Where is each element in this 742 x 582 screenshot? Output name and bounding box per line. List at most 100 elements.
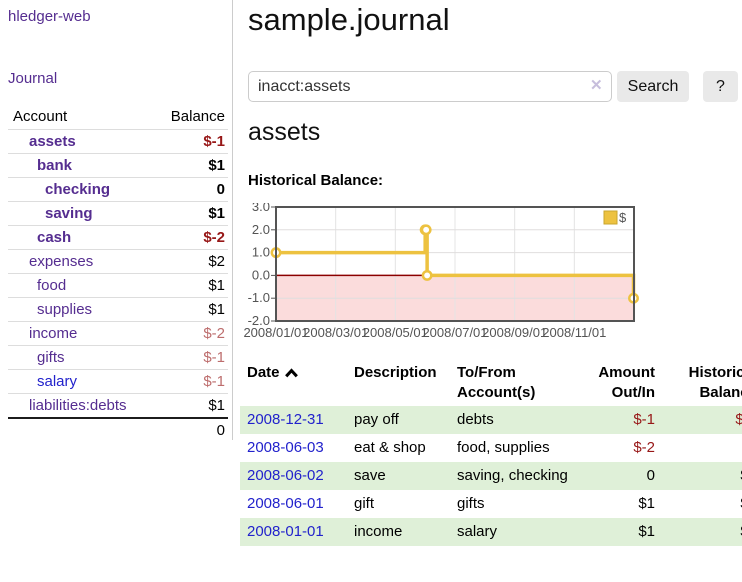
- transaction-description: pay off: [354, 406, 457, 434]
- y-tick-label: 0.0: [252, 267, 270, 282]
- account-row: expenses$2: [8, 250, 228, 274]
- transaction-accounts: saving, checking: [457, 462, 579, 490]
- sidebar-item-journal[interactable]: Journal: [8, 70, 57, 87]
- chart-title: Historical Balance:: [248, 172, 383, 189]
- account-row: assets $-1: [8, 130, 228, 154]
- balance-column-header: Balance: [152, 106, 228, 130]
- account-tree-rows: assets$-1bank$1checking0saving$1cash$-2e…: [8, 130, 228, 443]
- account-link[interactable]: supplies: [37, 301, 92, 318]
- x-tick-label: 2008/01/01: [243, 325, 308, 340]
- account-link[interactable]: assets: [29, 133, 76, 150]
- transaction-description: gift: [354, 490, 457, 518]
- transaction-accounts: gifts: [457, 490, 579, 518]
- transaction-description: save: [354, 462, 457, 490]
- account-row: gifts $-1: [8, 346, 228, 370]
- x-tick-label: 2008/03/01: [303, 325, 368, 340]
- register-row: 2008-12-31pay offdebts$-1$-1: [240, 406, 742, 434]
- account-balance: $1: [152, 202, 228, 226]
- clear-search-icon[interactable]: ✕: [590, 78, 603, 93]
- account-row: supplies$1: [8, 298, 228, 322]
- account-heading: assets: [248, 118, 320, 147]
- transaction-balance: $2: [655, 490, 742, 518]
- account-row: income $-2: [8, 322, 228, 346]
- account-link[interactable]: gifts: [37, 349, 65, 366]
- sort-ascending-icon: [285, 364, 298, 384]
- account-link[interactable]: checking: [45, 181, 110, 198]
- sidebar: hledger-web Journal Account Balance asse…: [0, 0, 232, 582]
- x-tick-label: 2008/09/01: [482, 325, 547, 340]
- x-tick-label: 2008/11/01: [542, 325, 606, 340]
- page-title: sample.journal: [248, 2, 450, 38]
- transaction-balance: $1: [655, 518, 742, 546]
- legend-label: $: [619, 210, 627, 225]
- help-button[interactable]: ?: [703, 71, 738, 102]
- account-balance: 0: [152, 178, 228, 202]
- transaction-amount: $-2: [579, 434, 655, 462]
- account-row: liabilities:debts $1: [8, 394, 228, 419]
- account-column-header: Account: [8, 106, 152, 130]
- date-column-header[interactable]: Date: [240, 360, 354, 406]
- account-link[interactable]: liabilities:debts: [29, 397, 127, 414]
- account-row: bank $1: [8, 154, 228, 178]
- y-tick-label: 1.0: [252, 245, 270, 260]
- register-row: 2008-06-01 giftgifts$1$2: [240, 490, 742, 518]
- account-balance: $1: [152, 154, 228, 178]
- search-input[interactable]: [248, 71, 612, 102]
- transaction-description: income: [354, 518, 457, 546]
- x-tick-label: 2008/07/01: [422, 325, 487, 340]
- hledger-web-page: hledger-web Journal Account Balance asse…: [0, 0, 742, 582]
- transaction-balance: 0: [655, 434, 742, 462]
- total-row: 0: [8, 418, 228, 442]
- transaction-date-link[interactable]: 2008-06-01: [247, 495, 324, 512]
- transaction-balance: $2: [655, 462, 742, 490]
- transaction-amount: $1: [579, 490, 655, 518]
- account-balance: $1: [152, 394, 228, 419]
- account-tree-table: Account Balance assets $-1 bank $1 checking 0…: [8, 106, 228, 442]
- description-column-header: Description: [354, 360, 457, 406]
- transaction-description: eat & shop: [354, 434, 457, 462]
- account-balance: $-1: [152, 130, 228, 154]
- transaction-accounts: salary: [457, 518, 579, 546]
- app-title-link[interactable]: hledger-web: [8, 8, 91, 25]
- historical-balance-chart: 3.02.01.00.0-1.0-2.0$2008/01/012008/03/0…: [240, 203, 742, 353]
- transaction-date-link[interactable]: 2008-06-03: [247, 439, 324, 456]
- account-balance: $1: [152, 274, 228, 298]
- account-balance: $-1: [152, 346, 228, 370]
- account-link[interactable]: expenses: [29, 253, 93, 270]
- balance-column-header-register: Historical Balance: [655, 360, 742, 406]
- search-button[interactable]: Search: [617, 71, 689, 102]
- legend-swatch: [604, 211, 617, 224]
- account-balance: $-2: [152, 322, 228, 346]
- y-tick-label: 3.0: [252, 203, 270, 214]
- account-balance: $-2: [152, 226, 228, 250]
- account-balance: $-1: [152, 370, 228, 394]
- account-row: saving $1: [8, 202, 228, 226]
- account-row: salary $-1: [8, 370, 228, 394]
- account-row: food $1: [8, 274, 228, 298]
- x-tick-label: 2008/05/01: [363, 325, 428, 340]
- register-table: Date Description To/From Account(s) Amou…: [240, 360, 742, 546]
- transaction-date-link[interactable]: 2008-01-01: [247, 523, 324, 540]
- transaction-date-link[interactable]: 2008-06-02: [247, 467, 324, 484]
- account-link[interactable]: food: [37, 277, 66, 294]
- register-row: 2008-06-02 savesaving, checking0$2: [240, 462, 742, 490]
- account-row: checking 0: [8, 178, 228, 202]
- account-link[interactable]: cash: [37, 229, 71, 246]
- transaction-date-link[interactable]: 2008-12-31: [247, 411, 324, 428]
- transaction-accounts: debts: [457, 406, 579, 434]
- accounts-column-header: To/From Account(s): [457, 360, 579, 406]
- transaction-amount: 0: [579, 462, 655, 490]
- account-tree-header: Account Balance: [8, 106, 228, 130]
- account-link[interactable]: saving: [45, 205, 93, 222]
- transaction-amount: $1: [579, 518, 655, 546]
- account-link[interactable]: income: [29, 325, 77, 342]
- register-row: 2008-06-03eat & shopfood, supplies$-20: [240, 434, 742, 462]
- register-header-row: Date Description To/From Account(s) Amou…: [240, 360, 742, 406]
- sidebar-divider: [232, 0, 233, 440]
- transaction-amount: $-1: [579, 406, 655, 434]
- amount-column-header: Amount Out/In: [579, 360, 655, 406]
- register-rows: 2008-12-31pay offdebts$-1$-12008-06-03ea…: [240, 406, 742, 546]
- account-link[interactable]: salary: [37, 373, 77, 390]
- account-link[interactable]: bank: [37, 157, 72, 174]
- data-point-marker: [422, 226, 430, 234]
